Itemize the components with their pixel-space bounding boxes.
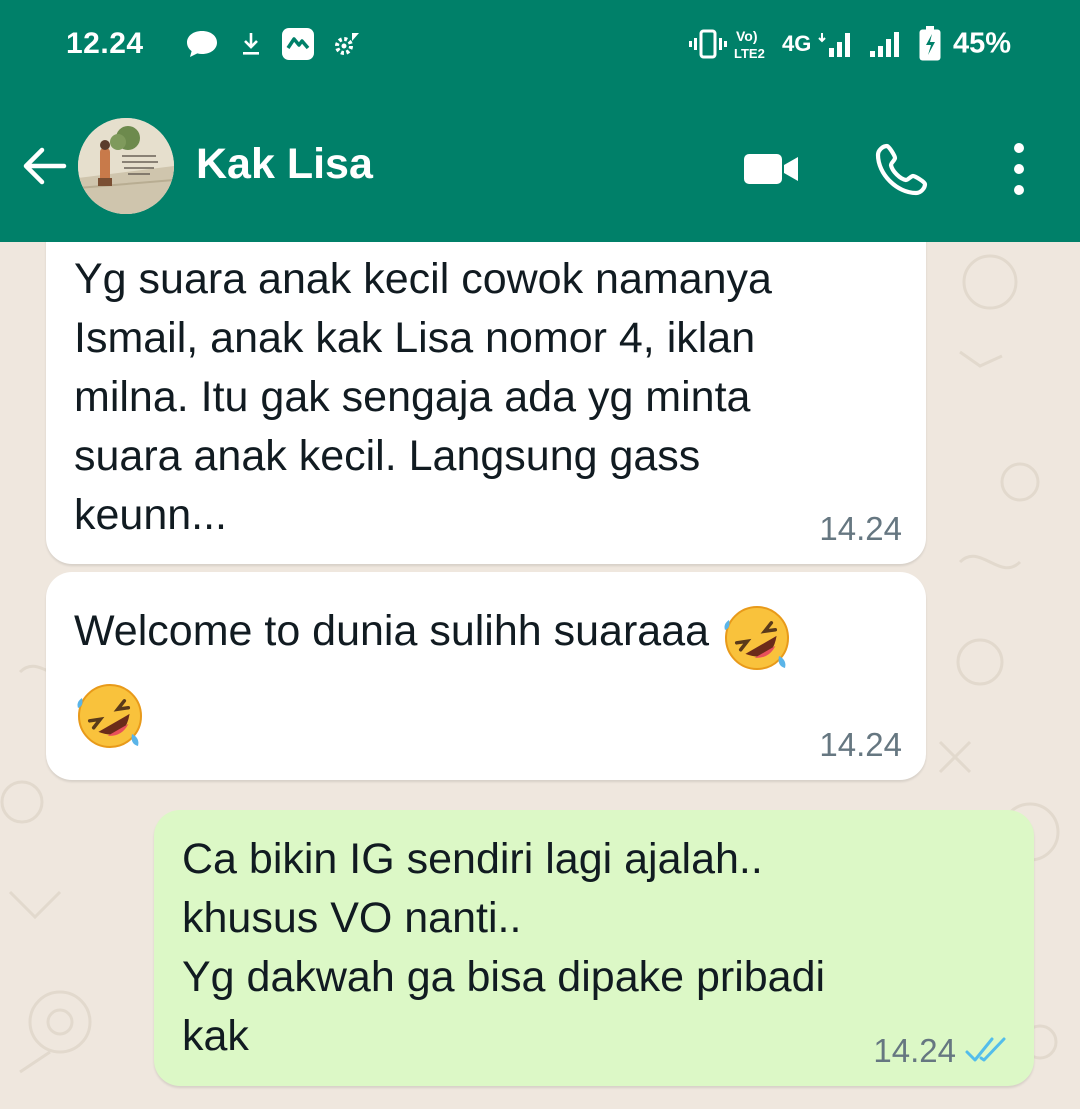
message-timestamp: 14.24 (819, 510, 902, 547)
svg-text:Vo): Vo) (736, 28, 758, 44)
message-timestamp: 14.24 (873, 1032, 956, 1069)
avatar-photo (78, 118, 174, 214)
phone-icon[interactable] (873, 140, 931, 198)
incoming-message[interactable]: Yg suara anak kecil cowok namanya Ismail… (46, 242, 926, 564)
network-type-label: 4G (782, 31, 812, 56)
read-receipt-icon (965, 1037, 1006, 1062)
message-text: Ca bikin IG sendiri lagi ajalah.. khusus… (182, 835, 826, 1060)
vibrate-icon (689, 29, 727, 59)
chat-header: Kak Lisa (0, 92, 1080, 242)
app-icon (282, 28, 314, 60)
more-vert-icon[interactable] (990, 140, 1048, 198)
status-time: 12.24 (66, 27, 144, 60)
video-call-icon[interactable] (742, 140, 800, 198)
download-icon (243, 33, 259, 55)
svg-text:LTE2: LTE2 (734, 46, 765, 61)
app-header: 12.24 Vo) LTE2 4G 45% Kak Lisa (0, 0, 1080, 242)
gear-icon (335, 33, 359, 55)
chat-bubble-icon (187, 31, 217, 57)
signal-icon (870, 32, 899, 57)
status-bar: 12.24 Vo) LTE2 4G 45% (0, 0, 1080, 92)
volte-icon: Vo) LTE2 (734, 28, 765, 61)
contact-avatar[interactable] (78, 118, 174, 214)
rolling-on-floor-laughing-emoji (724, 605, 790, 670)
chat-area[interactable]: Yg suara anak kecil cowok namanya Ismail… (0, 242, 1080, 1109)
contact-name[interactable]: Kak Lisa (196, 136, 373, 192)
rolling-on-floor-laughing-emoji (77, 683, 142, 748)
message-timestamp: 14.24 (819, 726, 902, 763)
back-arrow-icon[interactable] (18, 140, 70, 192)
outgoing-message[interactable]: Ca bikin IG sendiri lagi ajalah.. khusus… (154, 810, 1034, 1086)
battery-icon (919, 26, 941, 61)
message-text: Yg suara anak kecil cowok namanya Ismail… (74, 255, 772, 539)
incoming-message[interactable]: Welcome to dunia sulihh suaraaa 14.24 (46, 572, 926, 780)
message-text: Welcome to dunia sulihh suaraaa (74, 607, 710, 655)
battery-percentage: 45% (953, 27, 1012, 60)
signal-icon (818, 33, 850, 57)
